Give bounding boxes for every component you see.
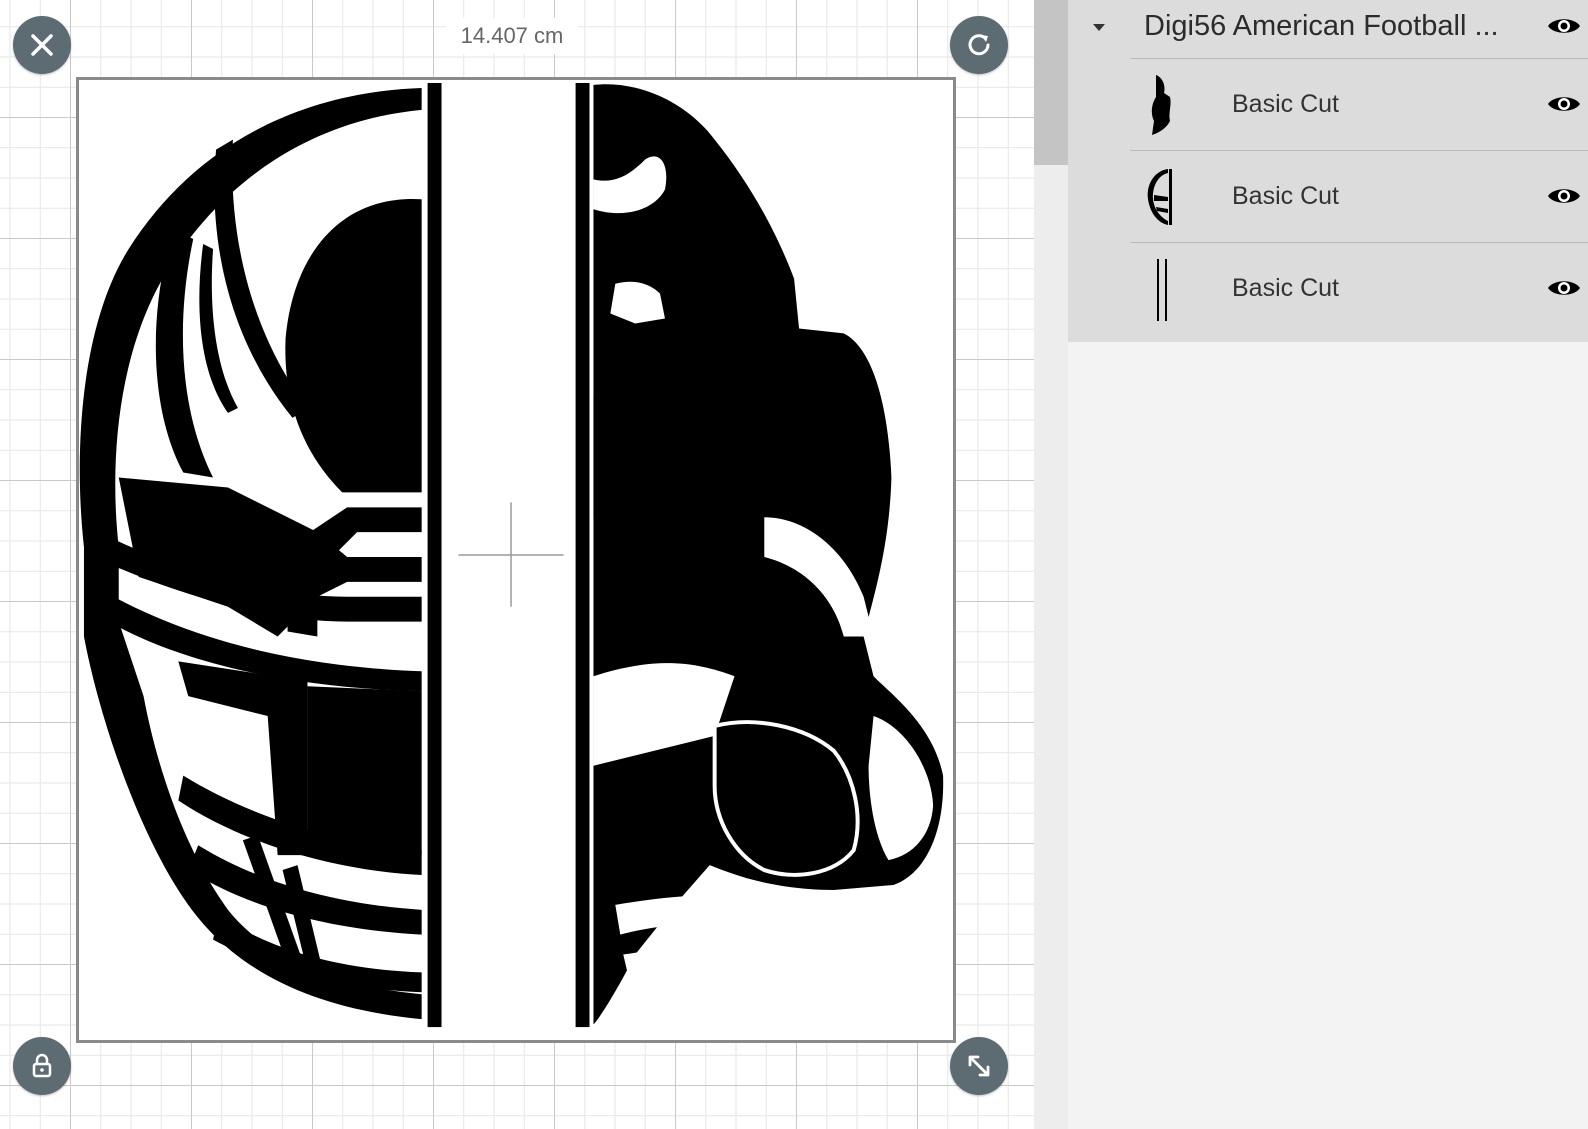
design-canvas[interactable]: 14.407 cm — [0, 0, 1034, 1129]
resize-handle[interactable] — [950, 1037, 1008, 1095]
layer-row[interactable]: Basic Cut — [1130, 150, 1588, 242]
eye-icon[interactable] — [1546, 92, 1582, 116]
helmet-half-artwork — [79, 87, 422, 1020]
helmet-thumbnail-icon — [1147, 169, 1172, 225]
scrollbar-thumb[interactable] — [1034, 0, 1068, 165]
layer-row[interactable]: Basic Cut — [1130, 58, 1588, 150]
football-design-artwork — [79, 82, 944, 1028]
delete-handle[interactable] — [13, 16, 71, 74]
right-divider-bar — [575, 82, 590, 1028]
panel-scrollbar[interactable] — [1034, 0, 1068, 1129]
lock-handle[interactable] — [13, 1037, 71, 1095]
rotate-icon — [968, 34, 990, 56]
resize-icon — [968, 1055, 990, 1077]
rotate-handle[interactable] — [950, 16, 1008, 74]
width-dimension-label: 14.407 cm — [446, 18, 578, 54]
close-icon — [31, 34, 53, 56]
layer-group-title: Digi56 American Football ... — [1144, 10, 1499, 42]
lines-thumbnail-icon — [1157, 259, 1167, 321]
layer-label: Basic Cut — [1232, 274, 1339, 302]
layer-group-header[interactable]: Digi56 American Football ... — [1068, 0, 1588, 58]
lock-icon — [32, 1053, 52, 1078]
layer-label: Basic Cut — [1232, 90, 1339, 118]
layer-group: Digi56 American Football ... Basic Cut B… — [1068, 0, 1588, 342]
selected-design[interactable] — [76, 77, 956, 1043]
layer-row[interactable]: Basic Cut — [1130, 242, 1588, 342]
eye-icon[interactable] — [1546, 14, 1582, 38]
eye-icon[interactable] — [1546, 184, 1582, 208]
player-thumbnail-icon — [1151, 75, 1171, 135]
layers-panel: Digi56 American Football ... Basic Cut B… — [1034, 0, 1588, 1129]
caret-down-icon[interactable] — [1090, 18, 1108, 36]
eye-icon[interactable] — [1546, 276, 1582, 300]
player-half-artwork — [593, 84, 944, 1025]
layer-label: Basic Cut — [1232, 182, 1339, 210]
left-divider-bar — [427, 82, 442, 1028]
